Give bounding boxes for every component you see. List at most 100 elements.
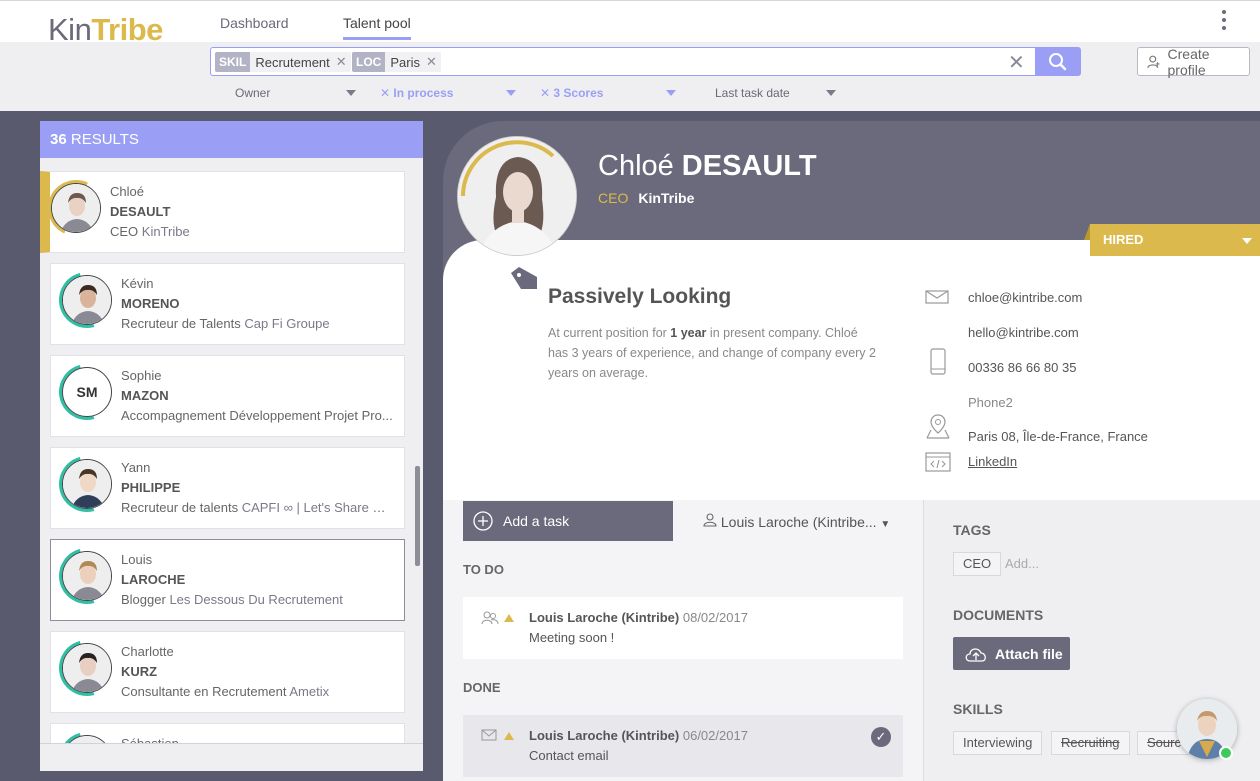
first-name: Chloé xyxy=(598,150,674,182)
tags-heading: TAGS xyxy=(953,522,991,538)
candidate-position: Accompagnement Développement Projet Pro.… xyxy=(121,408,396,423)
task-meta: Louis Laroche (Kintribe) 08/02/2017 xyxy=(529,610,748,625)
search-status: Passively Looking xyxy=(548,285,732,308)
add-user-icon xyxy=(1147,55,1160,68)
results-footer xyxy=(40,743,423,771)
done-heading: DONE xyxy=(463,680,501,695)
chip-remove-icon[interactable]: ✕ xyxy=(426,54,441,70)
position-title: Accompagnement Développement Projet Pro.… xyxy=(121,408,393,423)
status-description: At current position for 1 year in presen… xyxy=(548,323,878,383)
search-icon xyxy=(1049,53,1067,71)
task-date: 06/02/2017 xyxy=(682,728,748,743)
profile-name: Chloé DESAULT xyxy=(598,150,817,183)
check-icon[interactable]: ✓ xyxy=(871,727,891,747)
task-owner-select[interactable]: Louis Laroche (Kintribe... ▼ xyxy=(703,513,890,530)
task-item[interactable]: Louis Laroche (Kintribe) 06/02/2017 Cont… xyxy=(463,715,903,777)
candidate-first-name: Sophie xyxy=(121,368,162,383)
avatar: SM xyxy=(62,367,112,417)
search-input[interactable]: SKIL Recrutement ✕ LOC Paris ✕ ✕ xyxy=(210,47,1036,76)
more-menu-icon[interactable] xyxy=(1220,10,1228,34)
online-status-indicator xyxy=(1219,746,1233,760)
tag-icon xyxy=(511,267,537,289)
candidate-card[interactable]: Yann PHILIPPE Recruteur de talents CAPFI ∞… xyxy=(48,445,405,529)
candidate-card[interactable]: Charlotte KURZ Consultante en Recrutement … xyxy=(48,629,405,713)
create-profile-label: Create profile xyxy=(1167,45,1210,78)
position-title: Consultante en Recrutement xyxy=(121,684,287,699)
candidate-first-name: Louis xyxy=(121,552,153,567)
candidate-position: Recruteur de talents CAPFI ∞ | Let's Sha… xyxy=(121,500,396,515)
add-task-label: Add a task xyxy=(503,513,570,529)
avatar-initials: SM xyxy=(76,384,98,400)
chip-value: Recrutement xyxy=(255,54,330,70)
company-name: Ametix xyxy=(289,684,330,699)
task-owner: Louis Laroche (Kintribe) xyxy=(529,728,680,743)
stage-label: HIRED xyxy=(1103,232,1144,247)
email-primary[interactable]: chloe@kintribe.com xyxy=(968,290,1082,305)
phone2-field[interactable]: Phone2 xyxy=(968,395,1013,410)
create-profile-button[interactable]: Create profile xyxy=(1137,45,1250,78)
linkedin-link[interactable]: LinkedIn xyxy=(968,454,1017,469)
candidate-card[interactable]: Louis LAROCHE Blogger Les Dessous Du Recru… xyxy=(48,537,405,621)
company-name: CAPFI ∞ | Let's Share Mo... xyxy=(241,500,396,515)
skill-chip[interactable]: Recruiting xyxy=(1051,731,1130,755)
caret-down-icon: ▼ xyxy=(880,519,891,530)
scrollbar[interactable] xyxy=(415,466,420,566)
nav-dashboard[interactable]: Dashboard xyxy=(220,15,289,31)
chevron-down-icon[interactable] xyxy=(666,90,676,96)
tag-chip[interactable]: CEO xyxy=(953,552,1002,576)
location-text: Paris 08, Île-de-France, France xyxy=(968,429,1148,444)
candidate-last-name: MORENO xyxy=(121,296,180,311)
chevron-down-icon[interactable] xyxy=(346,90,356,96)
task-item[interactable]: Louis Laroche (Kintribe) 08/02/2017 Meet… xyxy=(463,597,903,659)
task-date: 08/02/2017 xyxy=(682,610,748,625)
phone-number[interactable]: 00336 86 66 80 35 xyxy=(968,360,1076,375)
add-tag-input[interactable]: Add... xyxy=(1005,556,1039,571)
mail-icon xyxy=(481,729,497,741)
avatar xyxy=(62,551,112,601)
chip-remove-icon[interactable]: ✕ xyxy=(336,54,351,70)
avatar xyxy=(51,183,101,233)
candidate-card[interactable]: SM Sophie MAZON Accompagnement Développemen… xyxy=(48,353,405,437)
candidate-position: Blogger Les Dessous Du Recrutement xyxy=(121,592,396,607)
chip-key: LOC xyxy=(352,52,386,72)
clear-search-icon[interactable]: ✕ xyxy=(1008,50,1025,75)
email-secondary[interactable]: hello@kintribe.com xyxy=(968,325,1079,340)
task-text: Meeting soon ! xyxy=(529,630,615,645)
position-title: Recruteur de Talents xyxy=(121,316,241,331)
candidate-position: Recruteur de Talents Cap Fi Groupe xyxy=(121,316,396,331)
filter-scores[interactable]: ✕ 3 Scores xyxy=(540,86,603,100)
search-chip-location[interactable]: LOC Paris ✕ xyxy=(352,52,441,72)
filter-label: 3 Scores xyxy=(553,86,604,100)
filter-owner[interactable]: Owner xyxy=(235,86,270,100)
profile-role: CEO KinTribe xyxy=(598,190,694,206)
candidate-last-name: LAROCHE xyxy=(121,572,186,587)
skill-chip[interactable]: Interviewing xyxy=(953,731,1043,755)
chevron-down-icon[interactable] xyxy=(506,90,516,96)
company-name[interactable]: KinTribe xyxy=(638,190,694,206)
candidate-last-name: KURZ xyxy=(121,664,158,679)
search-bar: SKIL Recrutement ✕ LOC Paris ✕ ✕ Create … xyxy=(0,42,1260,111)
task-owner: Louis Laroche (Kintribe) xyxy=(529,610,680,625)
candidate-last-name: PHILIPPE xyxy=(121,480,181,495)
priority-icon xyxy=(504,614,514,622)
candidate-first-name: Kévin xyxy=(121,276,154,291)
nav-talent-pool[interactable]: Talent pool xyxy=(343,15,411,40)
candidate-card[interactable]: Chloé DESAULT CEO KinTribe xyxy=(40,171,405,253)
candidate-first-name: Charlotte xyxy=(121,644,174,659)
stage-dropdown[interactable]: HIRED xyxy=(1084,224,1260,256)
filter-in-process[interactable]: ✕ In process xyxy=(380,86,453,100)
mail-icon xyxy=(925,290,949,304)
add-task-button[interactable]: Add a task xyxy=(463,501,673,541)
desc-text: At current position for xyxy=(548,326,671,340)
chevron-down-icon[interactable] xyxy=(826,90,836,96)
company-name: KinTribe xyxy=(141,224,190,239)
search-chip-skill[interactable]: SKIL Recrutement ✕ xyxy=(215,52,351,72)
chevron-down-icon xyxy=(1242,238,1252,244)
skills-heading: SKILLS xyxy=(953,701,1003,717)
candidate-card[interactable]: Kévin MORENO Recruteur de Talents Cap Fi G… xyxy=(48,261,405,345)
candidate-position: Consultante en Recrutement Ametix xyxy=(121,684,396,699)
attach-file-button[interactable]: Attach file xyxy=(953,637,1070,670)
search-button[interactable] xyxy=(1036,47,1081,76)
filter-last-task-date[interactable]: Last task date xyxy=(715,86,790,100)
candidate-first-name: Yann xyxy=(121,460,151,475)
